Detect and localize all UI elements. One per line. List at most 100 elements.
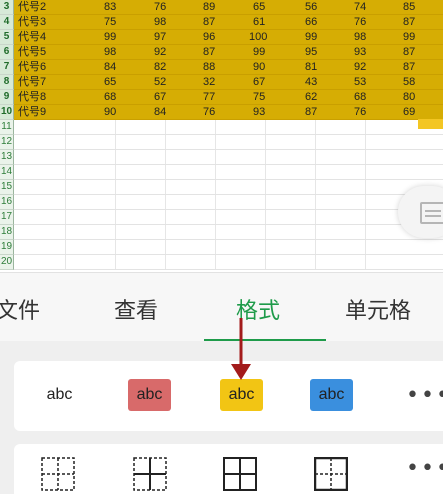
value-cell[interactable]: 99 — [104, 30, 116, 44]
value-cell[interactable]: 90 — [104, 105, 116, 119]
style-chip-blue[interactable]: abc — [310, 379, 353, 411]
style-chip-yellow[interactable]: abc — [220, 379, 263, 411]
value-cell[interactable]: 61 — [253, 15, 265, 29]
value-cell[interactable]: 87 — [403, 60, 415, 74]
value-cell[interactable]: 84 — [104, 60, 116, 74]
value-cell[interactable]: 93 — [354, 45, 366, 59]
border-inner-icon[interactable] — [133, 457, 167, 491]
value-cell[interactable]: 89 — [203, 0, 215, 14]
row-header[interactable]: 13 — [0, 150, 14, 165]
row-header[interactable]: 7 — [0, 60, 14, 75]
value-cell[interactable]: 68 — [104, 90, 116, 104]
value-cell[interactable]: 65 — [253, 0, 265, 14]
row-header[interactable]: 19 — [0, 240, 14, 255]
row-header[interactable]: 16 — [0, 195, 14, 210]
table-row[interactable]: 20 — [0, 255, 443, 270]
value-cell[interactable]: 67 — [154, 90, 166, 104]
table-row[interactable]: 17 — [0, 210, 443, 225]
row-header[interactable]: 17 — [0, 210, 14, 225]
table-row[interactable]: 4 代号3 75 98 87 61 66 76 87 — [0, 15, 443, 30]
value-cell[interactable]: 43 — [305, 75, 317, 89]
value-cell[interactable]: 87 — [305, 105, 317, 119]
name-cell[interactable]: 代号8 — [18, 90, 46, 104]
spreadsheet-grid[interactable]: 3 代号2 83 76 89 65 56 74 85 4 代号3 75 98 8… — [0, 0, 443, 270]
value-cell[interactable]: 76 — [203, 105, 215, 119]
value-cell[interactable]: 75 — [253, 90, 265, 104]
row-header[interactable]: 8 — [0, 75, 14, 90]
name-cell[interactable]: 代号2 — [18, 0, 46, 14]
value-cell[interactable]: 77 — [203, 90, 215, 104]
value-cell[interactable]: 65 — [104, 75, 116, 89]
table-row[interactable]: 14 — [0, 165, 443, 180]
table-row[interactable]: 11 — [0, 120, 443, 135]
value-cell[interactable]: 87 — [403, 45, 415, 59]
name-cell[interactable]: 代号5 — [18, 45, 46, 59]
value-cell[interactable]: 88 — [203, 60, 215, 74]
value-cell[interactable]: 92 — [154, 45, 166, 59]
more-styles-button[interactable]: ••• — [406, 383, 443, 408]
table-row[interactable]: 8 代号7 65 52 32 67 43 53 58 — [0, 75, 443, 90]
row-header[interactable]: 3 — [0, 0, 14, 15]
tab-file[interactable]: 文件 — [0, 293, 40, 325]
row-header[interactable]: 14 — [0, 165, 14, 180]
value-cell[interactable]: 92 — [354, 60, 366, 74]
row-header[interactable]: 12 — [0, 135, 14, 150]
value-cell[interactable]: 98 — [104, 45, 116, 59]
value-cell[interactable]: 99 — [253, 45, 265, 59]
table-row[interactable]: 18 — [0, 225, 443, 240]
table-row[interactable]: 16 — [0, 195, 443, 210]
value-cell[interactable]: 56 — [305, 0, 317, 14]
value-cell[interactable]: 75 — [104, 15, 116, 29]
table-row[interactable]: 12 — [0, 135, 443, 150]
value-cell[interactable]: 87 — [203, 45, 215, 59]
value-cell[interactable]: 58 — [403, 75, 415, 89]
row-header[interactable]: 5 — [0, 30, 14, 45]
value-cell[interactable]: 67 — [253, 75, 265, 89]
table-row[interactable]: 13 — [0, 150, 443, 165]
value-cell[interactable]: 100 — [249, 30, 267, 44]
value-cell[interactable]: 84 — [154, 105, 166, 119]
tab-format[interactable]: 格式 — [236, 293, 280, 325]
table-row[interactable]: 9 代号8 68 67 77 75 62 68 80 — [0, 90, 443, 105]
value-cell[interactable]: 74 — [354, 0, 366, 14]
value-cell[interactable]: 97 — [154, 30, 166, 44]
more-borders-button[interactable]: ••• — [406, 456, 443, 481]
table-row[interactable]: 3 代号2 83 76 89 65 56 74 85 — [0, 0, 443, 15]
value-cell[interactable]: 68 — [354, 90, 366, 104]
value-cell[interactable]: 96 — [203, 30, 215, 44]
row-header[interactable]: 9 — [0, 90, 14, 105]
tab-view[interactable]: 查看 — [114, 293, 158, 325]
style-chip-red[interactable]: abc — [128, 379, 171, 411]
value-cell[interactable]: 95 — [305, 45, 317, 59]
table-row[interactable]: 19 — [0, 240, 443, 255]
value-cell[interactable]: 85 — [403, 0, 415, 14]
table-row[interactable]: 6 代号5 98 92 87 99 95 93 87 — [0, 45, 443, 60]
value-cell[interactable]: 76 — [154, 0, 166, 14]
table-row[interactable]: 5 代号4 99 97 96 100 99 98 99 — [0, 30, 443, 45]
table-row[interactable]: 7 代号6 84 82 88 90 81 92 87 — [0, 60, 443, 75]
value-cell[interactable]: 81 — [305, 60, 317, 74]
name-cell[interactable]: 代号9 — [18, 105, 46, 119]
tab-cell[interactable]: 单元格 — [345, 293, 411, 325]
border-dashed-icon[interactable] — [41, 457, 75, 491]
row-header[interactable]: 20 — [0, 255, 14, 270]
value-cell[interactable]: 98 — [154, 15, 166, 29]
value-cell[interactable]: 52 — [154, 75, 166, 89]
value-cell[interactable]: 98 — [354, 30, 366, 44]
value-cell[interactable]: 90 — [253, 60, 265, 74]
style-chip-plain[interactable]: abc — [38, 379, 81, 411]
name-cell[interactable]: 代号7 — [18, 75, 46, 89]
name-cell[interactable]: 代号3 — [18, 15, 46, 29]
value-cell[interactable]: 82 — [154, 60, 166, 74]
value-cell[interactable]: 87 — [403, 15, 415, 29]
value-cell[interactable]: 93 — [253, 105, 265, 119]
table-row[interactable]: 10 代号9 90 84 76 93 87 76 69 — [0, 105, 443, 120]
value-cell[interactable]: 76 — [354, 15, 366, 29]
row-header[interactable]: 15 — [0, 180, 14, 195]
row-header[interactable]: 11 — [0, 120, 14, 135]
value-cell[interactable]: 69 — [403, 105, 415, 119]
value-cell[interactable]: 76 — [354, 105, 366, 119]
value-cell[interactable]: 87 — [203, 15, 215, 29]
border-outer-icon[interactable] — [314, 457, 348, 491]
value-cell[interactable]: 62 — [305, 90, 317, 104]
